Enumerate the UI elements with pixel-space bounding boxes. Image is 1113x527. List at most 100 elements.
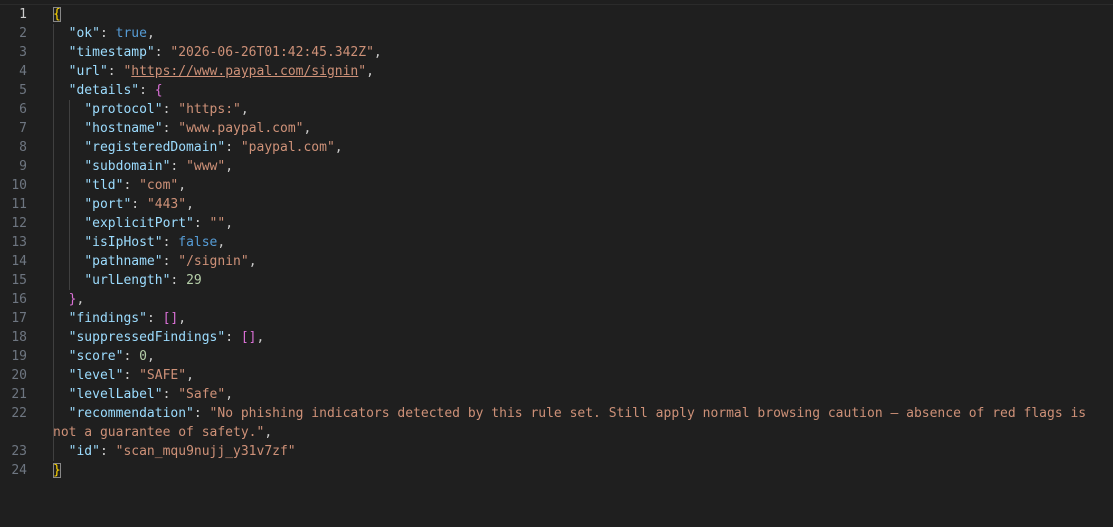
code-text[interactable]: "timestamp": "2026-06-26T01:42:45.342Z", — [53, 43, 1107, 62]
line-number: 12 — [11, 216, 27, 231]
line-number: 19 — [11, 349, 27, 364]
code-token: : — [162, 235, 179, 250]
indent-guide — [53, 366, 54, 385]
code-token: "443" — [146, 197, 187, 212]
code-token: , — [186, 197, 194, 212]
code-text[interactable]: "protocol": "https:", — [53, 100, 1107, 119]
code-line[interactable]: 13 "isIpHost": false, — [0, 233, 1113, 252]
code-line[interactable]: 18 "suppressedFindings": [], — [0, 328, 1113, 347]
code-token: "www.paypal.com" — [178, 121, 304, 136]
code-token: , — [146, 26, 155, 41]
code-token: "suppressedFindings" — [68, 330, 226, 345]
code-token: "port" — [84, 197, 132, 212]
code-line[interactable]: 24} — [0, 461, 1113, 480]
code-token: { — [154, 83, 163, 98]
line-number: 22 — [11, 406, 27, 421]
code-token: : — [123, 178, 140, 193]
line-number: 21 — [11, 387, 27, 402]
code-line[interactable]: 4 "url": "https://www.paypal.com/signin"… — [0, 62, 1113, 81]
code-line[interactable]: 12 "explicitPort": "", — [0, 214, 1113, 233]
code-token: : — [170, 273, 187, 288]
indent-guide — [53, 347, 54, 366]
code-text[interactable]: "tld": "com", — [53, 176, 1107, 195]
code-token: , — [264, 425, 273, 440]
code-line[interactable]: 5 "details": { — [0, 81, 1113, 100]
code-line[interactable]: 11 "port": "443", — [0, 195, 1113, 214]
code-text[interactable]: "ok": true, — [53, 24, 1107, 43]
code-text[interactable]: "isIpHost": false, — [53, 233, 1107, 252]
code-text[interactable]: "details": { — [53, 81, 1107, 100]
indent-guide — [68, 119, 70, 138]
code-token: "ok" — [68, 26, 100, 41]
code-text[interactable]: "level": "SAFE", — [53, 366, 1107, 385]
code-token: : — [99, 26, 116, 41]
code-token: " — [358, 64, 367, 79]
code-line[interactable]: 21 "levelLabel": "Safe", — [0, 385, 1113, 404]
code-token: "" — [209, 216, 226, 231]
code-text[interactable]: "hostname": "www.paypal.com", — [53, 119, 1107, 138]
code-editor[interactable]: 1{2 "ok": true, 3 "timestamp": "2026-06-2… — [0, 0, 1113, 527]
code-token: "www" — [186, 159, 226, 174]
code-line[interactable]: 3 "timestamp": "2026-06-26T01:42:45.342Z… — [0, 43, 1113, 62]
code-text[interactable]: "port": "443", — [53, 195, 1107, 214]
code-line[interactable]: 8 "registeredDomain": "paypal.com", — [0, 138, 1113, 157]
code-text[interactable]: } — [53, 461, 1107, 480]
code-text[interactable]: "score": 0, — [53, 347, 1107, 366]
code-token: "com" — [139, 178, 179, 193]
line-number: 17 — [11, 311, 27, 326]
code-line[interactable]: 17 "findings": [], — [0, 309, 1113, 328]
code-token: : — [162, 121, 179, 136]
code-line[interactable]: 1{ — [0, 5, 1113, 24]
code-token: "timestamp" — [68, 45, 155, 60]
code-text[interactable]: "pathname": "/signin", — [53, 252, 1107, 271]
indent-guide — [53, 328, 54, 347]
indent-guide — [68, 233, 70, 252]
line-number: 23 — [11, 444, 27, 459]
code-line[interactable]: 15 "urlLength": 29 — [0, 271, 1113, 290]
code-text[interactable]: }, — [53, 290, 1107, 309]
editor-lines[interactable]: 1{2 "ok": true, 3 "timestamp": "2026-06-2… — [0, 5, 1113, 480]
code-line[interactable]: 19 "score": 0, — [0, 347, 1113, 366]
code-text[interactable]: "url": "https://www.paypal.com/signin", — [53, 62, 1107, 81]
code-token: , — [248, 254, 257, 269]
code-text[interactable]: "suppressedFindings": [], — [53, 328, 1107, 347]
code-line[interactable]: 16 }, — [0, 290, 1113, 309]
line-number: 11 — [11, 197, 27, 212]
line-number: 10 — [11, 178, 27, 193]
code-line[interactable]: 10 "tld": "com", — [0, 176, 1113, 195]
code-token: https://www.paypal.com/signin — [131, 64, 359, 79]
code-line[interactable]: 6 "protocol": "https:", — [0, 100, 1113, 119]
code-line[interactable]: 9 "subdomain": "www", — [0, 157, 1113, 176]
code-text[interactable]: "id": "scan_mqu9nujj_y31v7zf" — [53, 442, 1107, 461]
code-token: : — [146, 311, 163, 326]
code-line[interactable]: 2 "ok": true, — [0, 24, 1113, 43]
code-text[interactable]: "registeredDomain": "paypal.com", — [53, 138, 1107, 157]
code-token: , — [373, 45, 382, 60]
line-number: 4 — [19, 64, 27, 79]
code-token: , — [217, 235, 226, 250]
code-text[interactable]: "recommendation": "No phishing indicator… — [53, 404, 1107, 442]
code-text[interactable]: { — [53, 5, 1107, 24]
code-text[interactable]: "findings": [], — [53, 309, 1107, 328]
code-text[interactable]: "levelLabel": "Safe", — [53, 385, 1107, 404]
code-token: , — [256, 330, 265, 345]
code-line[interactable]: 22 "recommendation": "No phishing indica… — [0, 404, 1113, 442]
code-text[interactable]: "urlLength": 29 — [53, 271, 1107, 290]
line-number: 24 — [11, 463, 27, 478]
code-line[interactable]: 23 "id": "scan_mqu9nujj_y31v7zf" — [0, 442, 1113, 461]
code-token: "score" — [68, 349, 124, 364]
code-token: , — [178, 178, 187, 193]
code-text[interactable]: "subdomain": "www", — [53, 157, 1107, 176]
code-line[interactable]: 14 "pathname": "/signin", — [0, 252, 1113, 271]
code-token: : — [154, 45, 171, 60]
code-line[interactable]: 7 "hostname": "www.paypal.com", — [0, 119, 1113, 138]
code-line[interactable]: 20 "level": "SAFE", — [0, 366, 1113, 385]
code-token: "tld" — [84, 178, 124, 193]
indent-guide — [53, 290, 54, 309]
code-text[interactable]: "explicitPort": "", — [53, 214, 1107, 233]
